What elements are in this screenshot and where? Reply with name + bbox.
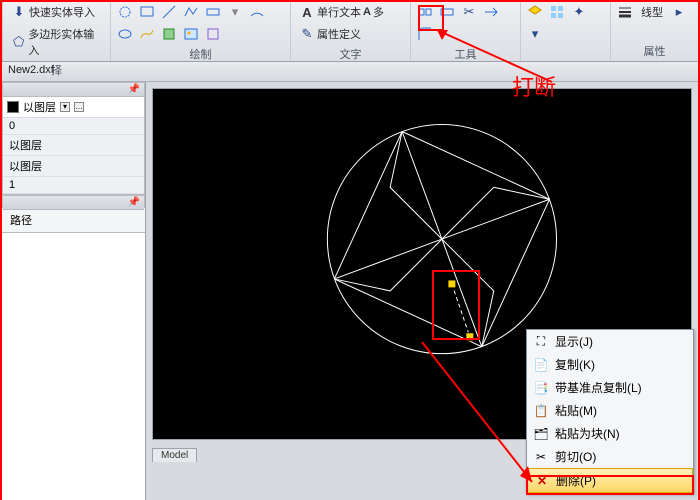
ctx-show[interactable]: ⛶显示(J): [527, 330, 693, 353]
copy-icon: 📄: [533, 357, 549, 373]
arc-icon[interactable]: [247, 2, 267, 22]
layers-panel: 📌 以图层 ▾ … 0 以图层 以图层 1: [2, 82, 145, 195]
text-a-icon: A: [299, 4, 315, 20]
zoom-extents-icon: ⛶: [533, 334, 549, 350]
explode-icon[interactable]: ✦: [569, 2, 589, 22]
attr-icon: ✎: [299, 26, 315, 42]
layer-icon[interactable]: [525, 2, 545, 22]
trim-tool-icon[interactable]: ✂: [459, 2, 479, 22]
dropdown-icon[interactable]: ▾: [225, 2, 245, 22]
block-icon[interactable]: [203, 24, 223, 44]
polyline-icon[interactable]: [181, 2, 201, 22]
import-icon: ⬇: [11, 4, 27, 20]
ribbon-group-label-spacer: [525, 45, 606, 59]
path-panel-body[interactable]: [2, 233, 145, 500]
list-item[interactable]: 0: [3, 118, 144, 135]
ribbon-group-text: A单行文本 A多 ✎属性定义 文字: [290, 2, 410, 61]
panel-head: 📌: [3, 83, 144, 97]
model-tab[interactable]: Model: [152, 448, 197, 462]
quick-import-button[interactable]: ⬇快速实体导入: [7, 2, 99, 22]
extend-tool-icon[interactable]: [481, 2, 501, 22]
ribbon-group-label-tools: 工具: [415, 44, 516, 62]
ribbon-group-import: ⬇快速实体导入 ⬠多边形实体输入 择: [2, 2, 110, 61]
lineweight-icon[interactable]: [615, 2, 635, 22]
join-tool-icon[interactable]: [437, 2, 457, 22]
ribbon-group-properties: 线型 ▸ 属性: [610, 2, 698, 61]
ribbon-group-label-draw: 绘制: [115, 44, 286, 62]
path-panel-title: 路径: [2, 207, 145, 233]
property-list: 0 以图层 以图层 1: [3, 118, 144, 194]
ribbon-group-props2: ✦ ▾: [520, 2, 610, 61]
copy-base-icon: 📑: [533, 380, 549, 396]
left-panels: 📌 以图层 ▾ … 0 以图层 以图层 1 📌 路径: [2, 82, 146, 500]
fillet-tool-icon[interactable]: [415, 24, 435, 44]
break-tool-icon[interactable]: [415, 2, 435, 22]
ctx-paste[interactable]: 📋粘贴(M): [527, 399, 693, 422]
single-text-button[interactable]: A单行文本 A多: [295, 2, 388, 22]
rectangle-icon[interactable]: [203, 2, 223, 22]
ribbon-group-tools: ✂ 工具: [410, 2, 520, 61]
ellipsis-icon[interactable]: …: [74, 102, 84, 112]
paste-block-icon: 🗂: [533, 426, 549, 442]
ctx-cut[interactable]: ✂剪切(O): [527, 445, 693, 468]
layer-selector[interactable]: 以图层 ▾ …: [3, 97, 144, 118]
circle-icon[interactable]: [115, 2, 135, 22]
polygon-input-button[interactable]: ⬠多边形实体输入: [7, 24, 106, 60]
ellipse-icon[interactable]: [115, 24, 135, 44]
pin-icon[interactable]: 📌: [128, 197, 140, 208]
ctx-delete[interactable]: ✕删除(P): [527, 468, 693, 493]
paste-icon: 📋: [533, 403, 549, 419]
ctx-copy[interactable]: 📄复制(K): [527, 353, 693, 376]
ribbon-group-draw: ▾ 绘制: [110, 2, 290, 61]
delete-icon: ✕: [534, 473, 550, 489]
pin-icon[interactable]: 📌: [128, 84, 140, 95]
list-item[interactable]: 1: [3, 177, 144, 194]
group-icon[interactable]: [547, 2, 567, 22]
ribbon: ⬇快速实体导入 ⬠多边形实体输入 择 ▾ 绘制 A单行文本 A多 ✎属性定义 文…: [2, 2, 698, 62]
context-menu: ⛶显示(J) 📄复制(K) 📑带基准点复制(L) 📋粘贴(M) 🗂粘贴为块(N)…: [526, 329, 694, 494]
panel-spacer: 📌: [2, 195, 145, 207]
ctx-paste-block[interactable]: 🗂粘贴为块(N): [527, 422, 693, 445]
ctx-copy-base[interactable]: 📑带基准点复制(L): [527, 376, 693, 399]
list-item[interactable]: 以图层: [3, 156, 144, 177]
image-icon[interactable]: [181, 24, 201, 44]
linetype-label[interactable]: 线型: [637, 2, 667, 22]
color-swatch: [7, 101, 19, 113]
list-item[interactable]: 以图层: [3, 135, 144, 156]
line-icon[interactable]: [159, 2, 179, 22]
ribbon-group-label-props: 属性: [615, 41, 694, 59]
layer-name: 以图层: [23, 99, 56, 115]
chevron-down-icon[interactable]: ▾: [60, 102, 70, 112]
document-tab[interactable]: New2.dxf: [2, 62, 698, 82]
mtext-icon: A: [363, 6, 371, 18]
dropdown2-icon[interactable]: ▾: [525, 24, 545, 44]
spline-icon[interactable]: [137, 24, 157, 44]
more-icon[interactable]: ▸: [669, 2, 689, 22]
hatch-icon[interactable]: [159, 24, 179, 44]
cut-icon: ✂: [533, 449, 549, 465]
rect-icon[interactable]: [137, 2, 157, 22]
ribbon-group-label-text: 文字: [295, 44, 406, 62]
attr-def-button[interactable]: ✎属性定义: [295, 24, 365, 44]
polygon-icon: ⬠: [11, 34, 26, 50]
